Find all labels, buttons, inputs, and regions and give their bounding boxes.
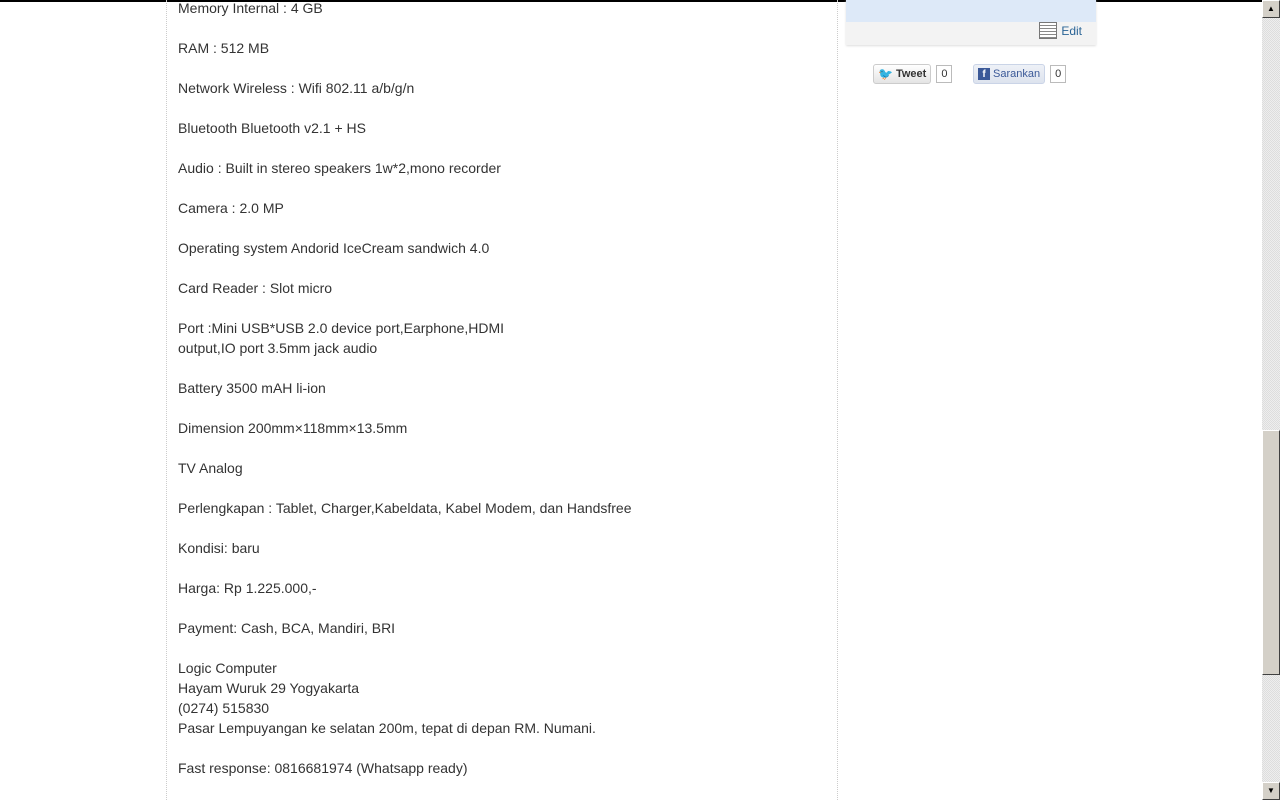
scroll-up-arrow-icon[interactable]: ▲ <box>1262 0 1280 18</box>
facebook-count: 0 <box>1050 65 1067 83</box>
post-line: Card Reader : Slot micro <box>178 280 333 296</box>
facebook-icon: f <box>978 68 990 80</box>
post-line: Logic Computer <box>178 660 277 676</box>
post-line: Operating system Andorid IceCream sandwi… <box>178 240 490 256</box>
post-line: Kondisi: baru <box>178 540 260 556</box>
post-line: Harga: Rp 1.225.000,- <box>178 580 317 596</box>
twitter-bird-icon: 🐦 <box>878 67 893 81</box>
facebook-label: Sarankan <box>993 68 1041 80</box>
post-line: Dimension 200mm×118mm×13.5mm <box>178 420 408 436</box>
post-line: Payment: Cash, BCA, Mandiri, BRI <box>178 620 396 636</box>
post-line: Battery 3500 mAH li-ion <box>178 380 326 396</box>
post-line: (0274) 515830 <box>178 700 270 716</box>
post-line: Port :Mini USB*USB 2.0 device port,Earph… <box>178 320 505 336</box>
tweet-label: Tweet <box>895 68 927 80</box>
scroll-down-arrow-icon[interactable]: ▼ <box>1262 782 1280 800</box>
tweet-count: 0 <box>936 65 953 83</box>
tweet-share: 🐦 Tweet 0 <box>873 64 953 84</box>
sidebar-widget: Edit <box>846 0 1096 45</box>
post-line: Perlengkapan : Tablet, Charger,Kabeldata… <box>178 500 632 516</box>
edit-label: Edit <box>1061 23 1082 38</box>
facebook-recommend-button[interactable]: f Sarankan <box>973 64 1046 84</box>
post-line: Network Wireless : Wifi 802.11 a/b/g/n <box>178 80 415 96</box>
post-line: Camera : 2.0 MP <box>178 200 284 216</box>
post-line: TV Analog <box>178 460 243 476</box>
scrollbar-thumb[interactable] <box>1262 430 1280 675</box>
edit-link[interactable]: Edit <box>1039 22 1082 39</box>
tweet-button[interactable]: 🐦 Tweet <box>873 64 932 84</box>
post-line: Audio : Built in stereo speakers 1w*2,mo… <box>178 160 501 176</box>
vertical-scrollbar[interactable]: ▲ ▼ <box>1262 0 1280 800</box>
post-line: Hayam Wuruk 29 Yogyakarta <box>178 680 360 696</box>
widget-content <box>846 0 1096 22</box>
post-body: Memory Internal : 4 GB RAM : 512 MB Networ… <box>166 0 838 800</box>
post-line: Pasar Lempuyangan ke selatan 200m, tepat… <box>178 720 596 736</box>
post-line: RAM : 512 MB <box>178 40 270 56</box>
post-line: Fast response: 0816681974 (Whatsapp read… <box>178 760 468 776</box>
post-line: Memory Internal : 4 GB <box>178 0 323 16</box>
facebook-share: f Sarankan 0 <box>973 64 1067 84</box>
post-line: output,IO port 3.5mm jack audio <box>178 340 378 356</box>
post-line: Bluetooth Bluetooth v2.1 + HS <box>178 120 366 136</box>
edit-icon <box>1039 22 1058 39</box>
